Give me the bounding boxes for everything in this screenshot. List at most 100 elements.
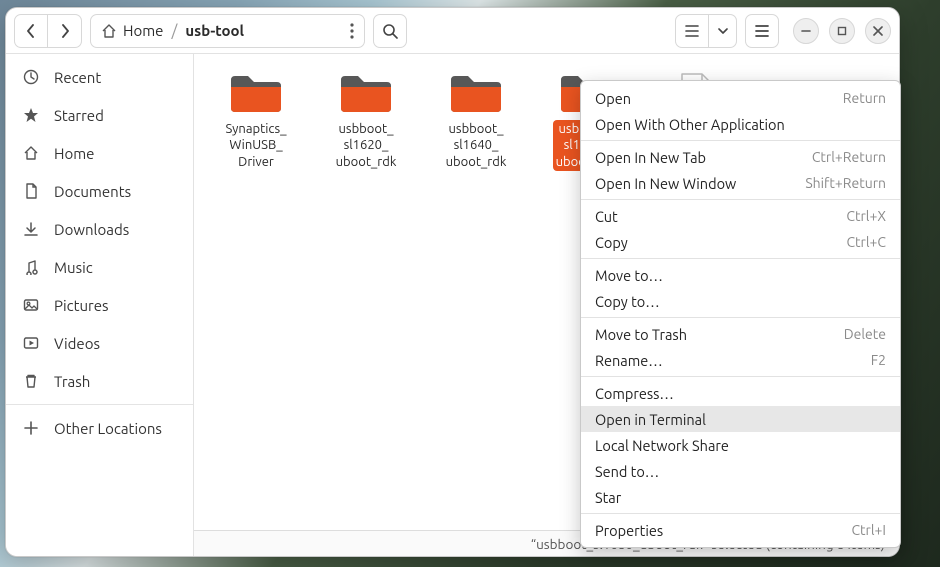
sidebar-item-other-locations[interactable]: Other Locations	[6, 409, 193, 447]
context-menu-item[interactable]: Open In New Window Shift+Return	[581, 170, 900, 196]
sidebar-label: Videos	[54, 335, 100, 352]
sidebar: Recent Starred Home Documents Downloads …	[6, 54, 194, 556]
context-menu-shortcut: Shift+Return	[805, 175, 886, 191]
view-dropdown-button[interactable]	[709, 14, 737, 48]
plus-icon	[22, 421, 40, 435]
folder-item[interactable]: usbboot_ sl1640_ uboot_rdk	[426, 68, 526, 175]
sidebar-item-recent[interactable]: Recent	[6, 58, 193, 96]
context-menu-shortcut: Ctrl+Return	[812, 149, 886, 165]
context-menu-item[interactable]: Open In New TabCtrl+Return	[581, 144, 900, 170]
sidebar-label: Documents	[54, 183, 131, 200]
path-bar[interactable]: Home / usb-tool	[90, 14, 365, 48]
sidebar-label: Pictures	[54, 297, 109, 314]
context-menu-item[interactable]: PropertiesCtrl+I	[581, 517, 900, 543]
context-menu-item-label: Send to…	[595, 463, 659, 480]
hamburger-button[interactable]	[745, 14, 779, 48]
context-menu-item[interactable]: Compress…	[581, 380, 900, 406]
sidebar-item-documents[interactable]: Documents	[6, 172, 193, 210]
context-menu-item-label: Cut	[595, 208, 618, 225]
window-controls	[793, 18, 891, 44]
context-menu-item-label: Properties	[595, 522, 663, 539]
close-button[interactable]	[865, 18, 891, 44]
chevron-down-icon	[718, 27, 728, 35]
minimize-button[interactable]	[793, 18, 819, 44]
context-menu-shortcut: Ctrl+C	[846, 234, 886, 250]
close-icon	[873, 26, 883, 36]
search-icon	[382, 23, 398, 39]
folder-item[interactable]: Synaptics_ WinUSB_ Driver	[206, 68, 306, 175]
sidebar-item-starred[interactable]: Starred	[6, 96, 193, 134]
context-menu-item-label: Copy to…	[595, 293, 660, 310]
back-button[interactable]	[14, 14, 48, 48]
folder-label: usbboot_ sl1620_ uboot_rdk	[333, 120, 400, 171]
context-menu-item-label: Rename…	[595, 352, 663, 369]
sidebar-label: Other Locations	[54, 420, 162, 437]
sidebar-item-videos[interactable]: Videos	[6, 324, 193, 362]
sidebar-label: Recent	[54, 69, 101, 86]
context-menu-item[interactable]: Rename…F2	[581, 347, 900, 373]
chevron-right-icon	[60, 24, 70, 38]
downloads-icon	[22, 221, 40, 237]
context-menu-item[interactable]: Send to…	[581, 458, 900, 484]
folder-icon	[448, 72, 504, 116]
sidebar-item-downloads[interactable]: Downloads	[6, 210, 193, 248]
context-menu-item-label: Open	[595, 90, 631, 107]
context-menu-item[interactable]: Copy to…	[581, 288, 900, 314]
context-menu-separator	[581, 140, 900, 141]
nav-buttons	[14, 14, 82, 48]
context-menu-shortcut: Ctrl+X	[846, 208, 886, 224]
home-icon	[22, 145, 40, 161]
context-menu-separator	[581, 317, 900, 318]
folder-item[interactable]: usbboot_ sl1620_ uboot_rdk	[316, 68, 416, 175]
context-menu-item[interactable]: Copy Ctrl+C	[581, 229, 900, 255]
context-menu-item[interactable]: Open in Terminal	[581, 406, 900, 432]
path-menu-button[interactable]	[350, 23, 354, 39]
context-menu-item-label: Compress…	[595, 385, 674, 402]
context-menu-item[interactable]: Open Return	[581, 85, 900, 111]
sidebar-label: Music	[54, 259, 93, 276]
sidebar-item-home[interactable]: Home	[6, 134, 193, 172]
sidebar-separator	[6, 404, 193, 405]
music-icon	[22, 259, 40, 275]
sidebar-label: Trash	[54, 373, 90, 390]
context-menu-shortcut: Delete	[844, 326, 886, 342]
context-menu-item-label: Open With Other Application	[595, 116, 785, 133]
context-menu-item[interactable]: Star	[581, 484, 900, 510]
context-menu-separator	[581, 199, 900, 200]
path-home[interactable]: Home	[123, 22, 163, 39]
folder-icon	[338, 72, 394, 116]
context-menu-item[interactable]: Local Network Share	[581, 432, 900, 458]
context-menu-item[interactable]: Move to TrashDelete	[581, 321, 900, 347]
path-current[interactable]: usb-tool	[185, 22, 244, 39]
sidebar-item-trash[interactable]: Trash	[6, 362, 193, 400]
context-menu-shortcut: Return	[843, 90, 886, 106]
sidebar-label: Starred	[54, 107, 104, 124]
home-icon	[101, 23, 117, 39]
folder-label: Synaptics_ WinUSB_ Driver	[223, 120, 290, 171]
list-icon	[684, 24, 700, 38]
search-button[interactable]	[373, 14, 407, 48]
context-menu-item[interactable]: Move to…	[581, 262, 900, 288]
pictures-icon	[22, 297, 40, 313]
context-menu-item-label: Move to…	[595, 267, 663, 284]
sidebar-item-music[interactable]: Music	[6, 248, 193, 286]
titlebar: Home / usb-tool	[6, 8, 899, 54]
view-mode-group	[675, 14, 737, 48]
minimize-icon	[801, 26, 811, 36]
context-menu-item[interactable]: Cut Ctrl+X	[581, 203, 900, 229]
sidebar-item-pictures[interactable]: Pictures	[6, 286, 193, 324]
trash-icon	[22, 373, 40, 389]
documents-icon	[22, 183, 40, 199]
context-menu-separator	[581, 258, 900, 259]
context-menu-item-label: Open In New Window	[595, 175, 736, 192]
forward-button[interactable]	[48, 14, 82, 48]
context-menu-item[interactable]: Open With Other Application	[581, 111, 900, 137]
hamburger-icon	[754, 24, 770, 38]
maximize-button[interactable]	[829, 18, 855, 44]
sidebar-label: Home	[54, 145, 94, 162]
list-view-button[interactable]	[675, 14, 709, 48]
context-menu-separator	[581, 376, 900, 377]
context-menu[interactable]: Open Return Open With Other Application Ope…	[580, 80, 901, 548]
star-icon	[22, 107, 40, 123]
context-menu-item-label: Copy	[595, 234, 628, 251]
